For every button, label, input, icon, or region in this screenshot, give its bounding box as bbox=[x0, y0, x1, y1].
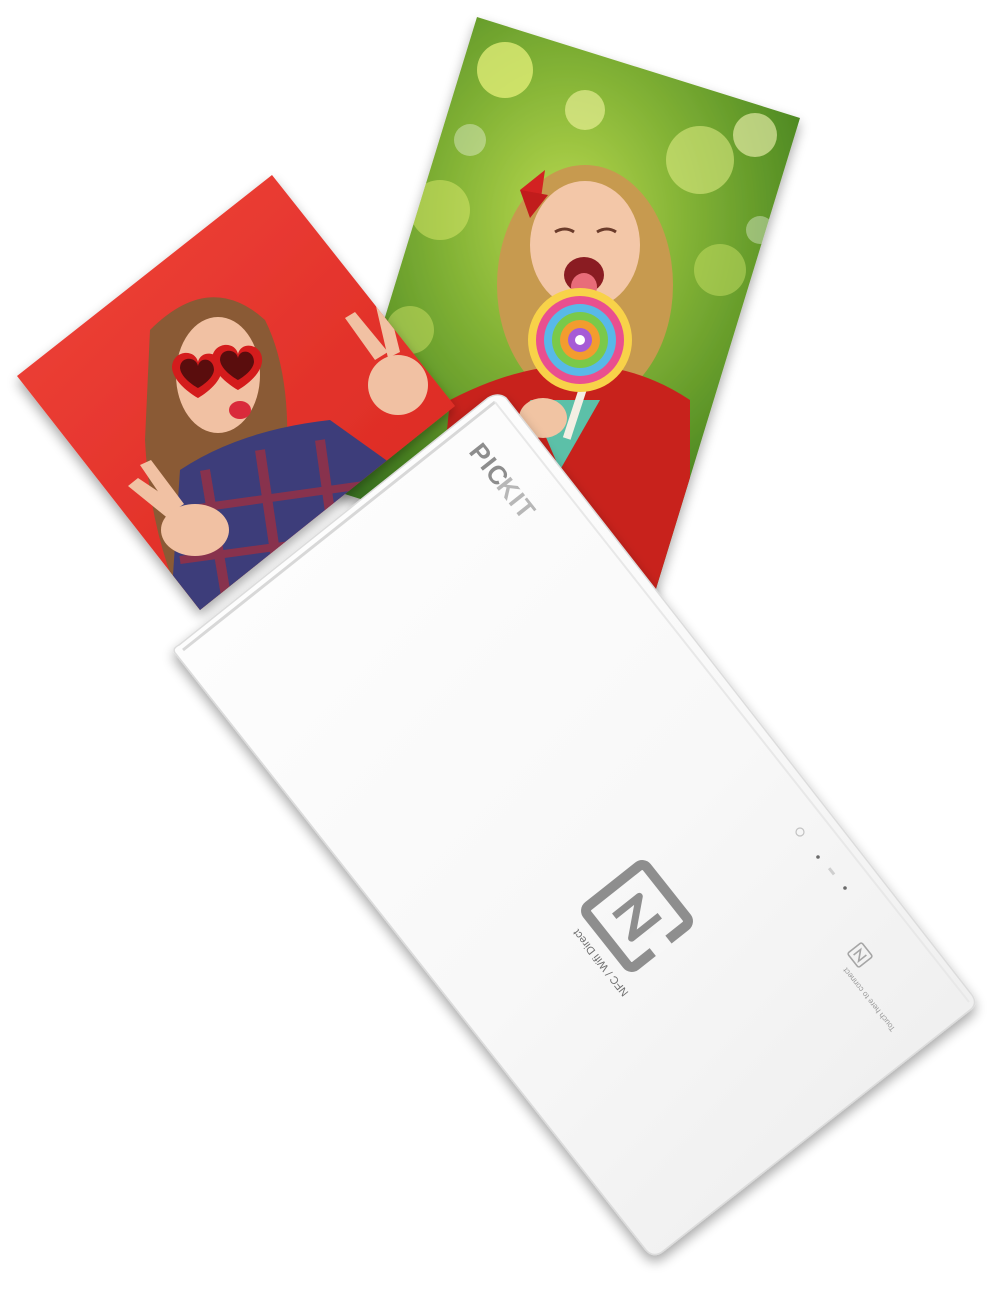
lollipop bbox=[528, 288, 632, 392]
status-led-2 bbox=[843, 886, 847, 890]
product-scene: PIC KIT NFC / Wifi Direct Touch here to … bbox=[17, 17, 976, 1256]
status-led-1 bbox=[816, 855, 820, 859]
